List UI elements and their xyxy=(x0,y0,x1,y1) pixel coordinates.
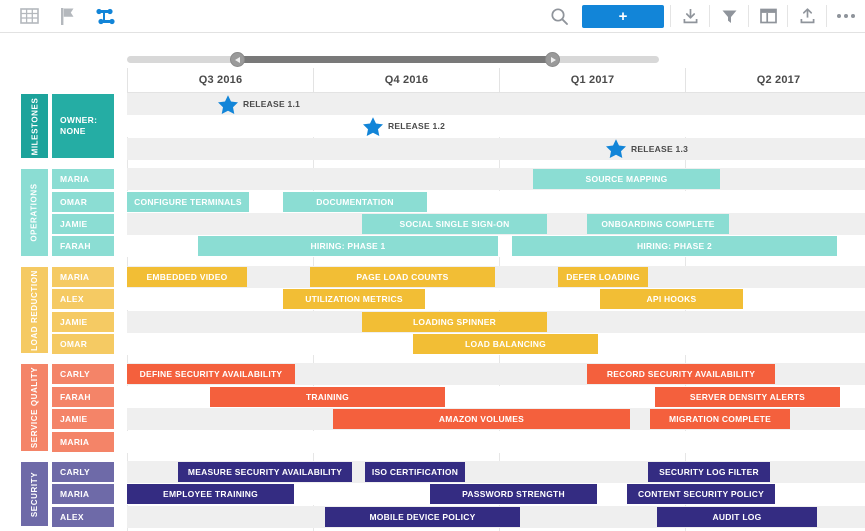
toolbar-right-group: + xyxy=(540,0,865,32)
row-owner-label[interactable]: CARLY xyxy=(52,462,114,482)
gantt-task-bar[interactable]: MOBILE DEVICE POLICY xyxy=(325,506,520,527)
milestone-marker[interactable]: RELEASE 1.1 xyxy=(217,93,300,115)
star-icon xyxy=(363,117,383,136)
gantt-chart-area: RELEASE 1.1 RELEASE 1.2 RELEASE 1.3 MILESTO… xyxy=(0,93,865,531)
gantt-task-bar[interactable]: MIGRATION COMPLETE xyxy=(650,409,790,430)
row-owner-label[interactable]: MARIA xyxy=(52,169,114,190)
gantt-task-bar[interactable]: EMPLOYEE TRAINING xyxy=(127,484,294,505)
gantt-task-bar[interactable]: DEFER LOADING xyxy=(558,266,648,287)
row-owner-label[interactable]: FARAH xyxy=(52,386,114,407)
dependencies-icon[interactable] xyxy=(86,0,124,32)
gantt-task-bar[interactable]: CONTENT SECURITY POLICY xyxy=(627,484,775,505)
gantt-task-bar[interactable]: DEFINE SECURITY AVAILABILITY xyxy=(127,364,295,385)
slider-handle-start[interactable] xyxy=(230,52,246,67)
group-label[interactable]: SECURITY xyxy=(21,462,48,527)
gantt-task-bar[interactable]: AUDIT LOG xyxy=(657,506,817,527)
group-label[interactable]: LOAD REDUCTION xyxy=(21,266,48,354)
group-label-text: OPERATIONS xyxy=(30,183,39,242)
row-owner-label[interactable]: ALEX xyxy=(52,506,114,527)
gantt-task-bar[interactable]: DOCUMENTATION xyxy=(283,191,427,212)
gantt-task-bar[interactable]: LOADING SPINNER xyxy=(362,311,547,332)
timeline-quarter-label: Q1 2017 xyxy=(499,68,685,92)
add-button[interactable]: + xyxy=(582,4,664,28)
gantt-row-band xyxy=(127,137,865,160)
row-owner-label[interactable]: JAMIE xyxy=(52,311,114,332)
gantt-row-band xyxy=(127,430,865,453)
grid-view-icon[interactable] xyxy=(10,0,48,32)
row-owner-label[interactable]: ALEX xyxy=(52,289,114,310)
group-label[interactable]: MILESTONES xyxy=(21,94,48,159)
app-toolbar: + xyxy=(0,0,865,33)
search-icon[interactable] xyxy=(540,0,578,32)
download-icon[interactable] xyxy=(671,0,709,32)
slider-selected-range[interactable] xyxy=(237,56,553,63)
row-owner-label[interactable]: JAMIE xyxy=(52,409,114,430)
gantt-task-bar[interactable]: ONBOARDING COMPLETE xyxy=(587,214,729,234)
group-label[interactable]: SERVICE QUALITY xyxy=(21,364,48,451)
gantt-task-bar[interactable]: RECORD SECURITY AVAILABILITY xyxy=(587,364,775,385)
group-owner-value: NONE xyxy=(60,126,86,137)
gantt-task-bar[interactable]: HIRING: PHASE 2 xyxy=(512,236,837,257)
row-owner-label[interactable]: JAMIE xyxy=(52,214,114,234)
gantt-task-bar[interactable]: AMAZON VOLUMES xyxy=(333,409,630,430)
row-owner-label[interactable]: FARAH xyxy=(52,236,114,257)
group-label-text: MILESTONES xyxy=(30,97,40,156)
gantt-task-bar[interactable]: SOURCE MAPPING xyxy=(533,169,720,190)
milestone-label: RELEASE 1.3 xyxy=(631,143,689,154)
gantt-task-bar[interactable]: UTILIZATION METRICS xyxy=(283,289,425,310)
row-owner-label[interactable]: MARIA xyxy=(52,266,114,287)
gantt-task-bar[interactable]: PASSWORD STRENGTH xyxy=(430,484,597,505)
gantt-task-bar[interactable]: MEASURE SECURITY AVAILABILITY xyxy=(178,462,352,482)
timeline-quarter-label: Q3 2016 xyxy=(127,68,313,92)
gantt-task-bar[interactable]: PAGE LOAD COUNTS xyxy=(310,266,495,287)
star-icon xyxy=(218,94,238,114)
upload-icon[interactable] xyxy=(788,0,826,32)
group-label[interactable]: OPERATIONS xyxy=(21,169,48,256)
more-options-icon[interactable] xyxy=(827,0,865,32)
milestone-label: RELEASE 1.1 xyxy=(243,99,301,109)
group-label-text: LOAD REDUCTION xyxy=(30,269,39,351)
layout-icon[interactable] xyxy=(749,0,787,32)
row-owner-label[interactable]: OMAR xyxy=(52,191,114,212)
milestone-marker[interactable]: RELEASE 1.2 xyxy=(362,115,445,137)
slider-handle-end[interactable] xyxy=(545,52,561,67)
row-owner-label[interactable]: CARLY xyxy=(52,364,114,385)
filter-icon[interactable] xyxy=(710,0,748,32)
timeline-quarter-label: Q2 2017 xyxy=(685,68,865,92)
gantt-row-band xyxy=(127,288,865,311)
gantt-row-band xyxy=(127,168,865,191)
timeline-quarter-label: Q4 2016 xyxy=(313,68,499,92)
group-owner-label: OWNER: xyxy=(60,115,98,126)
flag-icon[interactable] xyxy=(48,0,86,32)
gantt-task-bar[interactable]: HIRING: PHASE 1 xyxy=(198,236,498,257)
group-label-text: SECURITY xyxy=(30,471,39,517)
gantt-task-bar[interactable]: CONFIGURE TERMINALS xyxy=(127,191,249,212)
gantt-task-bar[interactable]: ISO CERTIFICATION xyxy=(365,462,465,482)
row-owner-label[interactable]: MARIA xyxy=(52,484,114,505)
gantt-row-band xyxy=(127,115,865,138)
star-icon xyxy=(606,139,626,159)
gantt-task-bar[interactable]: EMBEDDED VIDEO xyxy=(127,266,247,287)
timeline-range-slider[interactable] xyxy=(127,50,659,68)
milestone-label: RELEASE 1.2 xyxy=(388,121,446,132)
gantt-task-bar[interactable]: SOCIAL SINGLE SIGN-ON xyxy=(362,214,547,234)
gantt-task-bar[interactable]: API HOOKS xyxy=(600,289,743,310)
row-owner-label[interactable]: MARIA xyxy=(52,431,114,452)
group-owner-block[interactable]: OWNER: NONE xyxy=(52,94,114,159)
gantt-task-bar[interactable]: SERVER DENSITY ALERTS xyxy=(655,386,840,407)
row-owner-label[interactable]: OMAR xyxy=(52,334,114,354)
timeline-header: Q3 2016 Q4 2016 Q1 2017 Q2 2017 xyxy=(127,68,865,93)
gantt-task-bar[interactable]: TRAINING xyxy=(210,386,445,407)
milestone-marker[interactable]: RELEASE 1.3 xyxy=(605,138,688,160)
gantt-task-bar[interactable]: SECURITY LOG FILTER xyxy=(648,462,770,482)
gantt-task-bar[interactable]: LOAD BALANCING xyxy=(413,334,598,354)
toolbar-left-group xyxy=(0,0,124,32)
group-label-text: SERVICE QUALITY xyxy=(30,367,39,449)
